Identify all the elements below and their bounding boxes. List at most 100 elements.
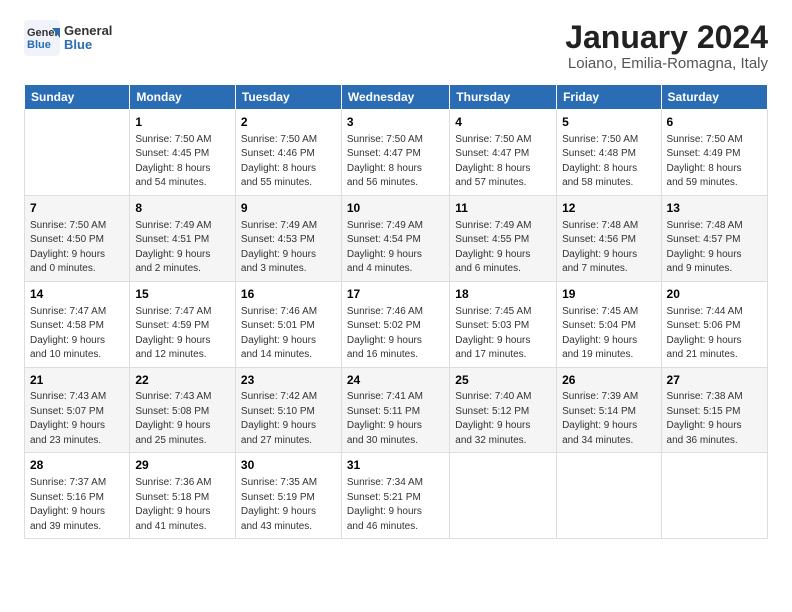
day-info: Sunrise: 7:50 AMSunset: 4:47 PMDaylight:… [347, 133, 444, 191]
calendar-cell: 10Sunrise: 7:49 AMSunset: 4:54 PMDayligh… [341, 195, 449, 281]
day-info: Sunrise: 7:43 AMSunset: 5:07 PMDaylight:… [30, 390, 124, 448]
day-number: 29 [135, 457, 230, 474]
day-number: 16 [241, 286, 336, 303]
day-number: 20 [667, 286, 762, 303]
calendar-cell: 23Sunrise: 7:42 AMSunset: 5:10 PMDayligh… [235, 367, 341, 453]
day-info: Sunrise: 7:46 AMSunset: 5:02 PMDaylight:… [347, 305, 444, 363]
day-number: 26 [562, 372, 655, 389]
calendar-week-row: 28 Sunrise: 7:37 AMSunset: 5:16 PMDayligh… [25, 453, 768, 539]
col-sunday: Sunday [25, 85, 130, 110]
day-number: 11 [455, 200, 551, 217]
day-number: 6 [667, 114, 762, 131]
calendar-table: Sunday Monday Tuesday Wednesday Thursday… [24, 84, 768, 539]
logo-general: General [64, 24, 112, 38]
day-number: 21 [30, 372, 124, 389]
calendar-cell: 31Sunrise: 7:34 AMSunset: 5:21 PMDayligh… [341, 453, 449, 539]
day-number: 14 [30, 286, 124, 303]
day-number: 8 [135, 200, 230, 217]
day-info: Sunrise: 7:50 AMSunset: 4:50 PMDaylight:… [30, 219, 124, 277]
calendar-cell: 18Sunrise: 7:45 AMSunset: 5:03 PMDayligh… [450, 281, 557, 367]
logo: General Blue General Blue [24, 20, 112, 56]
calendar-cell: 29 Sunrise: 7:36 AMSunset: 5:18 PMDayligh… [130, 453, 236, 539]
calendar-cell: 15 Sunrise: 7:47 AMSunset: 4:59 PMDayligh… [130, 281, 236, 367]
calendar-cell: 2Sunrise: 7:50 AMSunset: 4:46 PMDaylight… [235, 110, 341, 196]
calendar-cell: 12Sunrise: 7:48 AMSunset: 4:56 PMDayligh… [557, 195, 661, 281]
day-info: Sunrise: 7:48 AMSunset: 4:57 PMDaylight:… [667, 219, 762, 277]
day-number: 15 [135, 286, 230, 303]
calendar-cell: 3 Sunrise: 7:50 AMSunset: 4:47 PMDaylight… [341, 110, 449, 196]
calendar-cell: 28 Sunrise: 7:37 AMSunset: 5:16 PMDayligh… [25, 453, 130, 539]
day-info: Sunrise: 7:36 AMSunset: 5:18 PMDaylight:… [135, 476, 230, 534]
calendar-cell: 22Sunrise: 7:43 AMSunset: 5:08 PMDayligh… [130, 367, 236, 453]
day-number: 22 [135, 372, 230, 389]
day-number: 19 [562, 286, 655, 303]
day-info: Sunrise: 7:44 AMSunset: 5:06 PMDaylight:… [667, 305, 762, 363]
day-number: 25 [455, 372, 551, 389]
day-info: Sunrise: 7:47 AMSunset: 4:59 PMDaylight:… [135, 305, 230, 363]
calendar-cell: 11 Sunrise: 7:49 AMSunset: 4:55 PMDayligh… [450, 195, 557, 281]
day-number: 1 [135, 114, 230, 131]
calendar-cell: 25Sunrise: 7:40 AMSunset: 5:12 PMDayligh… [450, 367, 557, 453]
calendar-cell: 6Sunrise: 7:50 AMSunset: 4:49 PMDaylight… [661, 110, 767, 196]
day-info: Sunrise: 7:49 AMSunset: 4:55 PMDaylight:… [455, 219, 551, 277]
col-thursday: Thursday [450, 85, 557, 110]
day-number: 3 [347, 114, 444, 131]
day-info: Sunrise: 7:37 AMSunset: 5:16 PMDaylight:… [30, 476, 124, 534]
calendar-week-row: 7 Sunrise: 7:50 AMSunset: 4:50 PMDaylight… [25, 195, 768, 281]
day-info: Sunrise: 7:46 AMSunset: 5:01 PMDaylight:… [241, 305, 336, 363]
day-info: Sunrise: 7:34 AMSunset: 5:21 PMDaylight:… [347, 476, 444, 534]
day-info: Sunrise: 7:43 AMSunset: 5:08 PMDaylight:… [135, 390, 230, 448]
day-info: Sunrise: 7:35 AMSunset: 5:19 PMDaylight:… [241, 476, 336, 534]
calendar-cell: 7 Sunrise: 7:50 AMSunset: 4:50 PMDaylight… [25, 195, 130, 281]
calendar-week-row: 21Sunrise: 7:43 AMSunset: 5:07 PMDayligh… [25, 367, 768, 453]
calendar-cell: 1 Sunrise: 7:50 AMSunset: 4:45 PMDaylight… [130, 110, 236, 196]
day-number: 28 [30, 457, 124, 474]
day-info: Sunrise: 7:50 AMSunset: 4:47 PMDaylight:… [455, 133, 551, 191]
day-number: 13 [667, 200, 762, 217]
day-info: Sunrise: 7:40 AMSunset: 5:12 PMDaylight:… [455, 390, 551, 448]
svg-text:Blue: Blue [27, 39, 51, 51]
calendar-cell: 4 Sunrise: 7:50 AMSunset: 4:47 PMDaylight… [450, 110, 557, 196]
day-number: 30 [241, 457, 336, 474]
calendar-cell: 14 Sunrise: 7:47 AMSunset: 4:58 PMDayligh… [25, 281, 130, 367]
calendar-cell: 8 Sunrise: 7:49 AMSunset: 4:51 PMDaylight… [130, 195, 236, 281]
day-info: Sunrise: 7:39 AMSunset: 5:14 PMDaylight:… [562, 390, 655, 448]
logo-blue: Blue [64, 38, 112, 52]
day-info: Sunrise: 7:49 AMSunset: 4:51 PMDaylight:… [135, 219, 230, 277]
calendar-title: January 2024 [565, 20, 768, 55]
calendar-cell: 16 Sunrise: 7:46 AMSunset: 5:01 PMDayligh… [235, 281, 341, 367]
calendar-cell: 24Sunrise: 7:41 AMSunset: 5:11 PMDayligh… [341, 367, 449, 453]
col-wednesday: Wednesday [341, 85, 449, 110]
calendar-cell: 19 Sunrise: 7:45 AMSunset: 5:04 PMDayligh… [557, 281, 661, 367]
day-info: Sunrise: 7:49 AMSunset: 4:53 PMDaylight:… [241, 219, 336, 277]
calendar-cell [661, 453, 767, 539]
calendar-cell [557, 453, 661, 539]
calendar-subtitle: Loiano, Emilia-Romagna, Italy [565, 55, 768, 72]
day-info: Sunrise: 7:48 AMSunset: 4:56 PMDaylight:… [562, 219, 655, 277]
calendar-cell: 27Sunrise: 7:38 AMSunset: 5:15 PMDayligh… [661, 367, 767, 453]
calendar-cell: 30 Sunrise: 7:35 AMSunset: 5:19 PMDayligh… [235, 453, 341, 539]
day-number: 18 [455, 286, 551, 303]
title-block: January 2024 Loiano, Emilia-Romagna, Ita… [565, 20, 768, 72]
calendar-cell [450, 453, 557, 539]
day-number: 5 [562, 114, 655, 131]
page: General Blue General Blue January 2024 L… [0, 0, 792, 612]
calendar-cell: 21Sunrise: 7:43 AMSunset: 5:07 PMDayligh… [25, 367, 130, 453]
calendar-cell: 26Sunrise: 7:39 AMSunset: 5:14 PMDayligh… [557, 367, 661, 453]
day-info: Sunrise: 7:41 AMSunset: 5:11 PMDaylight:… [347, 390, 444, 448]
logo-icon: General Blue [24, 20, 60, 56]
day-info: Sunrise: 7:50 AMSunset: 4:48 PMDaylight:… [562, 133, 655, 191]
day-number: 27 [667, 372, 762, 389]
header: General Blue General Blue January 2024 L… [24, 20, 768, 72]
col-saturday: Saturday [661, 85, 767, 110]
day-number: 4 [455, 114, 551, 131]
col-tuesday: Tuesday [235, 85, 341, 110]
day-info: Sunrise: 7:45 AMSunset: 5:04 PMDaylight:… [562, 305, 655, 363]
day-info: Sunrise: 7:50 AMSunset: 4:45 PMDaylight:… [135, 133, 230, 191]
day-info: Sunrise: 7:47 AMSunset: 4:58 PMDaylight:… [30, 305, 124, 363]
day-number: 9 [241, 200, 336, 217]
day-info: Sunrise: 7:50 AMSunset: 4:46 PMDaylight:… [241, 133, 336, 191]
day-number: 7 [30, 200, 124, 217]
col-monday: Monday [130, 85, 236, 110]
calendar-cell: 17Sunrise: 7:46 AMSunset: 5:02 PMDayligh… [341, 281, 449, 367]
